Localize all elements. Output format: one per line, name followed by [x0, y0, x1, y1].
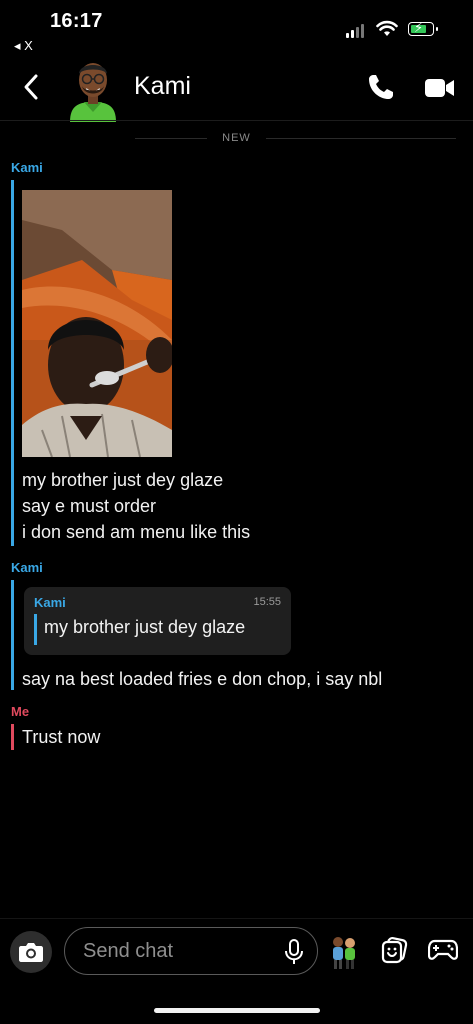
camera-icon — [19, 943, 43, 962]
message-text: say e must order — [22, 496, 157, 516]
call-button[interactable] — [366, 72, 396, 102]
new-divider-line-right — [266, 138, 456, 139]
message-text: Trust now — [22, 727, 101, 747]
message-text: i don send am menu like this — [22, 522, 251, 542]
status-time: 16:17 — [50, 10, 103, 32]
video-camera-icon — [425, 79, 454, 97]
cellular-signal-icon — [346, 24, 364, 38]
message-text: my brother just dey glaze — [22, 470, 224, 490]
sticker-icon[interactable] — [380, 936, 408, 964]
chat-input-placeholder: Send chat — [83, 940, 174, 962]
game-controller-icon[interactable] — [427, 938, 459, 962]
camera-button[interactable] — [10, 931, 52, 973]
back-button[interactable] — [18, 72, 46, 102]
battery-icon: ⚡ — [408, 20, 438, 36]
message-accent-bar — [11, 580, 14, 690]
chat-input[interactable]: Send chat — [64, 927, 318, 975]
contact-name[interactable]: Kami — [134, 72, 191, 101]
message-accent-bar — [11, 180, 14, 546]
composer-divider — [0, 918, 473, 919]
phone-icon — [369, 75, 393, 99]
message-sender: Kami — [11, 160, 43, 175]
chevron-left-icon — [24, 74, 38, 100]
message-sender: Me — [11, 704, 30, 719]
message-accent-bar — [11, 724, 14, 750]
quoted-timestamp: 15:55 — [253, 596, 281, 608]
back-to-app-link[interactable]: ◂ X — [14, 38, 33, 54]
microphone-icon[interactable] — [283, 938, 305, 966]
quoted-reply[interactable]: Kami 15:55 my brother just dey glaze — [24, 587, 291, 655]
header-divider — [0, 120, 473, 121]
bitmoji-icon[interactable] — [330, 934, 358, 970]
quoted-sender: Kami — [34, 595, 66, 610]
bitmoji-avatar[interactable] — [64, 56, 122, 122]
quoted-text: my brother just dey glaze — [44, 617, 246, 637]
wifi-icon — [376, 20, 398, 43]
quote-accent-bar — [34, 614, 37, 645]
video-call-button[interactable] — [424, 76, 456, 100]
home-indicator[interactable] — [154, 1008, 320, 1013]
message-sender: Kami — [11, 560, 43, 575]
message-text: say na best loaded fries e don chop, i s… — [22, 669, 383, 689]
snap-photo[interactable] — [22, 190, 172, 457]
